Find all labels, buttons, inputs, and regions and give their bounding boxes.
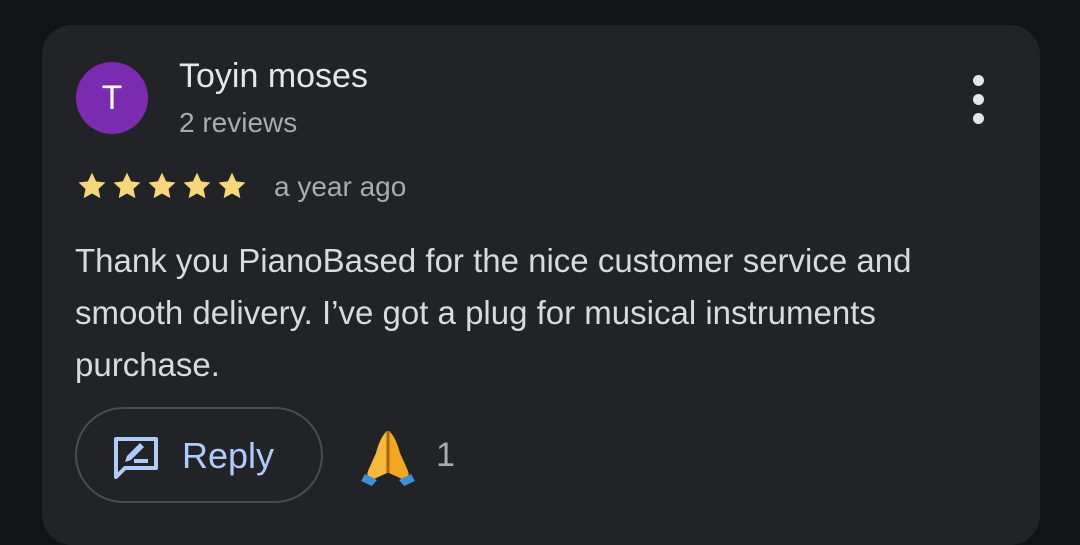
star-icon — [148, 172, 176, 199]
more-vertical-icon-dot-3 — [973, 113, 984, 124]
more-vertical-icon-dot-2 — [973, 94, 984, 105]
star-rating — [75, 169, 249, 203]
author-review-count: 2 reviews — [179, 107, 298, 138]
more-options-button[interactable] — [960, 73, 998, 127]
star-icon — [113, 172, 141, 199]
reply-label: Reply — [182, 435, 275, 476]
reaction-count: 1 — [436, 436, 455, 474]
review-text: Thank you PianoBased for the nice custom… — [75, 242, 912, 383]
review-date: a year ago — [274, 171, 407, 202]
star-icon — [78, 172, 106, 199]
star-icon — [183, 172, 211, 199]
reply-edit-icon — [114, 437, 158, 479]
more-vertical-icon — [973, 75, 984, 86]
reply-button[interactable]: Reply — [75, 407, 323, 503]
star-icon — [218, 172, 246, 199]
author-name[interactable]: Toyin moses — [179, 55, 368, 97]
folded-hands-emoji-icon[interactable] — [360, 427, 416, 487]
avatar[interactable]: T — [76, 62, 148, 134]
review-card: T Toyin moses 2 reviews a year ago Thank… — [42, 25, 1040, 545]
